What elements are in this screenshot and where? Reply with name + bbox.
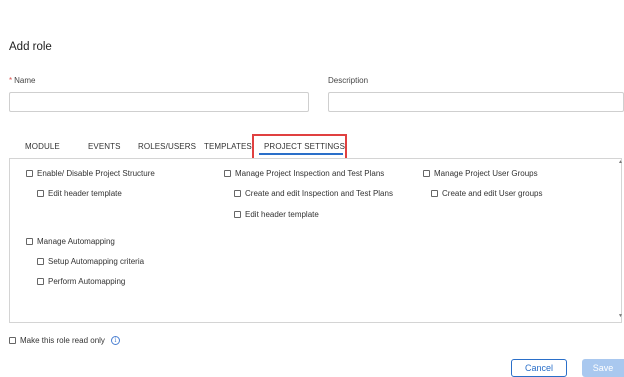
perm-manage-automapping[interactable]: Manage Automapping <box>26 237 115 246</box>
perm-label: Create and edit Inspection and Test Plan… <box>245 189 393 198</box>
perm-label: Enable/ Disable Project Structure <box>37 169 155 178</box>
tab-highlight-box <box>252 134 347 161</box>
checkbox[interactable] <box>37 258 44 265</box>
name-input[interactable] <box>9 92 309 112</box>
perm-label: Manage Automapping <box>37 237 115 246</box>
checkbox[interactable] <box>224 170 231 177</box>
info-icon[interactable]: i <box>110 336 120 345</box>
perm-label: Manage Project User Groups <box>434 169 538 178</box>
perm-perform-automapping[interactable]: Perform Automapping <box>37 277 125 286</box>
perm-manage-user-groups[interactable]: Manage Project User Groups <box>423 169 538 178</box>
checkbox[interactable] <box>37 278 44 285</box>
perm-label: Edit header template <box>245 210 319 219</box>
perm-label: Edit header template <box>48 189 122 198</box>
perm-edit-header-template-2[interactable]: Edit header template <box>234 210 319 219</box>
tab-roles-users[interactable]: ROLES/USERS <box>138 142 196 151</box>
perm-create-edit-inspection[interactable]: Create and edit Inspection and Test Plan… <box>234 189 393 198</box>
read-only-option[interactable]: Make this role read only i <box>9 336 120 345</box>
description-label: Description <box>328 76 369 85</box>
checkbox[interactable] <box>234 211 241 218</box>
checkbox[interactable] <box>26 170 33 177</box>
save-button[interactable]: Save <box>582 359 624 377</box>
checkbox[interactable] <box>423 170 430 177</box>
checkbox[interactable] <box>37 190 44 197</box>
name-label: * Name <box>9 76 35 85</box>
read-only-label: Make this role read only <box>20 336 105 345</box>
page-title: Add role <box>9 41 52 53</box>
tab-events[interactable]: EVENTS <box>88 142 121 151</box>
tab-templates[interactable]: TEMPLATES <box>204 142 252 151</box>
required-mark: * <box>9 76 13 85</box>
checkbox[interactable] <box>9 337 16 344</box>
scroll-up-arrow-icon[interactable]: ▲ <box>618 159 623 165</box>
scroll-down-arrow-icon[interactable]: ▼ <box>618 313 623 319</box>
tab-module[interactable]: MODULE <box>25 142 60 151</box>
description-input[interactable] <box>328 92 624 112</box>
perm-label: Perform Automapping <box>48 277 126 286</box>
perm-enable-disable-structure[interactable]: Enable/ Disable Project Structure <box>26 169 155 178</box>
cancel-button[interactable]: Cancel <box>511 359 567 377</box>
perm-setup-automapping[interactable]: Setup Automapping criteria <box>37 257 144 266</box>
checkbox[interactable] <box>431 190 438 197</box>
name-label-text: Name <box>14 76 36 85</box>
checkbox[interactable] <box>26 238 33 245</box>
checkbox[interactable] <box>234 190 241 197</box>
perm-label: Create and edit User groups <box>442 189 543 198</box>
perm-edit-header-template-1[interactable]: Edit header template <box>37 189 122 198</box>
perm-label: Setup Automapping criteria <box>48 257 145 266</box>
perm-label: Manage Project Inspection and Test Plans <box>235 169 385 178</box>
perm-create-edit-user-groups[interactable]: Create and edit User groups <box>431 189 543 198</box>
perm-manage-inspection-plans[interactable]: Manage Project Inspection and Test Plans <box>224 169 384 178</box>
